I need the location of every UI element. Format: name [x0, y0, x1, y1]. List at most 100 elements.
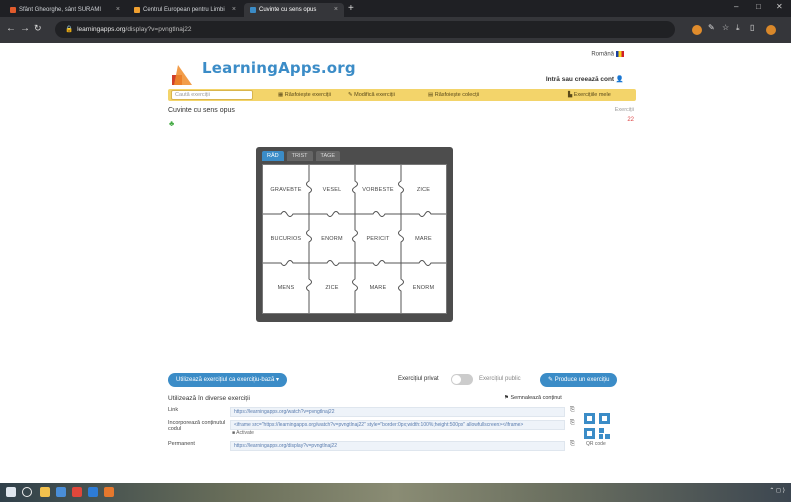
- permanent-field[interactable]: https://learningapps.org/display?v=pvngt…: [230, 441, 565, 451]
- puzzle-piece[interactable]: ENORM: [401, 263, 446, 313]
- puzzle-piece[interactable]: MARE: [355, 263, 401, 313]
- web-page: LearningApps.org Română Intră sau creeaz…: [0, 43, 791, 483]
- nav-browse-collections[interactable]: ▤ Răsfoiește colecții: [428, 89, 479, 101]
- puzzle-piece[interactable]: ZICE: [401, 165, 446, 214]
- login-link[interactable]: Intră sau creează cont 👤: [546, 75, 624, 83]
- word-icon[interactable]: [88, 487, 98, 497]
- tab-favicon-icon: [10, 7, 16, 13]
- copy-icon[interactable]: ⎘: [570, 407, 575, 414]
- learningapps-logo-icon: [172, 65, 192, 85]
- sidebar-icon[interactable]: ▯: [750, 23, 754, 32]
- search-input[interactable]: Caută exerciții: [171, 90, 253, 100]
- close-icon[interactable]: ×: [116, 3, 120, 17]
- address-bar[interactable]: 🔒 learningapps.org/display?v=pvngtlnaj22: [55, 21, 675, 38]
- tab-label: Centrul European pentru Limbi: [143, 7, 225, 13]
- edge-icon[interactable]: [56, 487, 66, 497]
- public-label: Exercițiul public: [479, 376, 521, 382]
- site-logo[interactable]: LearningApps.org: [202, 59, 356, 77]
- minimize-button[interactable]: –: [734, 2, 738, 11]
- visibility-toggle[interactable]: [451, 374, 473, 385]
- edit-icon[interactable]: ✎: [708, 23, 715, 32]
- qr-code-icon[interactable]: [584, 413, 610, 439]
- puzzle-piece[interactable]: ZICE: [309, 263, 355, 313]
- app-counter: 22: [627, 117, 634, 123]
- permanent-label: Permanent: [168, 441, 195, 447]
- report-link[interactable]: ⚑ Semnalează conținut: [504, 395, 562, 401]
- qr-label: QR code: [586, 441, 606, 447]
- main-nav: Caută exerciții ▦ Răsfoiește exerciții ✎…: [168, 89, 636, 101]
- puzzle-piece[interactable]: MENS: [263, 263, 309, 313]
- puzzle-piece[interactable]: VORBESTE: [355, 165, 401, 214]
- address-host: learningapps.org: [77, 26, 126, 33]
- button-label: Utilizează exercițiul ca exercițiu-bază: [176, 377, 275, 383]
- private-label: Exercițiul privat: [398, 376, 439, 382]
- browser-tab-active[interactable]: Cuvinte cu sens opus ×: [244, 3, 344, 17]
- embed-label: Incorporează conținutul codul: [168, 420, 226, 432]
- search-icon[interactable]: [22, 487, 32, 497]
- flag-icon: [616, 51, 624, 57]
- share-section-title: Utilizează în diverse exerciții: [168, 395, 251, 402]
- activate-label: Activate: [236, 430, 254, 436]
- tab-favicon-icon: [134, 7, 140, 13]
- puzzle-piece[interactable]: VESEL: [309, 165, 355, 214]
- tab-word-1[interactable]: RÂD: [262, 151, 284, 161]
- browser-tab[interactable]: Centrul European pentru Limbi ×: [128, 3, 242, 17]
- close-window-button[interactable]: ✕: [776, 2, 783, 11]
- forward-icon[interactable]: →: [20, 23, 30, 34]
- os-taskbar: ⌃ ◻ ⟩: [0, 483, 791, 502]
- download-icon[interactable]: ⤓: [736, 23, 740, 33]
- create-app-button[interactable]: ✎ Produce un exercițiu: [540, 373, 618, 387]
- lock-icon: 🔒: [65, 26, 74, 33]
- tab-label: Cuvinte cu sens opus: [259, 7, 317, 13]
- nav-create-app[interactable]: ✎ Modifică exerciții: [348, 89, 395, 101]
- nav-label: Răsfoiește exerciții: [284, 92, 331, 98]
- link-field[interactable]: https://learningapps.org/watch?v=pvngtln…: [230, 407, 565, 417]
- nav-my-apps[interactable]: ▙ Exercițiile mele: [568, 89, 611, 101]
- browser-toolbar: ← → ↻ 🔒 learningapps.org/display?v=pvngtl…: [0, 17, 791, 43]
- back-icon[interactable]: ←: [6, 23, 16, 34]
- language-label: Română: [591, 51, 614, 58]
- puzzle-piece[interactable]: BUCURIOS: [263, 214, 309, 263]
- tab-label: Sfânt Gheorghe, sânt SURAMI: [19, 7, 102, 13]
- embed-field[interactable]: <iframe src="https://learningapps.org/wa…: [230, 420, 565, 430]
- browser-tab[interactable]: Sfânt Gheorghe, sânt SURAMI ×: [4, 3, 126, 17]
- button-label: Produce un exercițiu: [554, 377, 610, 383]
- close-icon[interactable]: ×: [232, 3, 236, 17]
- copy-icon[interactable]: ⎘: [570, 441, 575, 448]
- tab-word-3[interactable]: TAGE: [315, 151, 341, 161]
- maximize-button[interactable]: □: [756, 2, 761, 11]
- puzzle-piece[interactable]: MARE: [401, 214, 446, 263]
- activate-checkbox[interactable]: ■ Activate: [232, 430, 254, 436]
- login-label: Intră sau creează cont: [545, 76, 615, 83]
- page-subtitle: Exerciții: [614, 107, 634, 113]
- link-label: Link: [168, 407, 179, 413]
- tab-word-2[interactable]: TRIST: [286, 151, 313, 161]
- star-icon[interactable]: ☆: [722, 23, 729, 32]
- nav-label: Răsfoiește colecții: [434, 92, 480, 98]
- app-tabs: RÂD TRIST TAGE: [262, 151, 362, 161]
- address-path: /display?v=pvngtlnaj22: [125, 26, 192, 33]
- puzzle-piece[interactable]: GRAVEBTE: [263, 165, 309, 214]
- nav-label: Exercițiile mele: [573, 92, 611, 98]
- app-icon: ♣: [169, 119, 175, 128]
- reload-icon[interactable]: ↻: [34, 23, 42, 34]
- folder-icon[interactable]: [40, 487, 50, 497]
- user-icon: 👤: [615, 76, 624, 83]
- chrome-icon[interactable]: [104, 487, 114, 497]
- tab-favicon-icon: [250, 7, 256, 13]
- use-as-template-button[interactable]: Utilizează exercițiul ca exercițiu-bază …: [168, 373, 288, 387]
- puzzle-board: GRAVEBTE VESEL VORBESTE ZICE BUCURIOS EN…: [262, 164, 447, 314]
- profile-avatar[interactable]: [766, 25, 776, 35]
- puzzle-piece[interactable]: ENORM: [309, 214, 355, 263]
- copy-icon[interactable]: ⎘: [570, 420, 575, 427]
- start-icon[interactable]: [6, 487, 16, 497]
- puzzle-piece[interactable]: PERICIT: [355, 214, 401, 263]
- extension-icon[interactable]: [692, 25, 702, 35]
- new-tab-button[interactable]: +: [348, 3, 354, 15]
- close-icon[interactable]: ×: [334, 3, 338, 17]
- language-selector[interactable]: Română: [591, 51, 624, 58]
- nav-browse-apps[interactable]: ▦ Răsfoiește exerciții: [278, 89, 331, 101]
- page-title: Cuvinte cu sens opus: [168, 107, 235, 114]
- system-tray[interactable]: ⌃ ◻ ⟩: [769, 487, 785, 494]
- app-icon[interactable]: [72, 487, 82, 497]
